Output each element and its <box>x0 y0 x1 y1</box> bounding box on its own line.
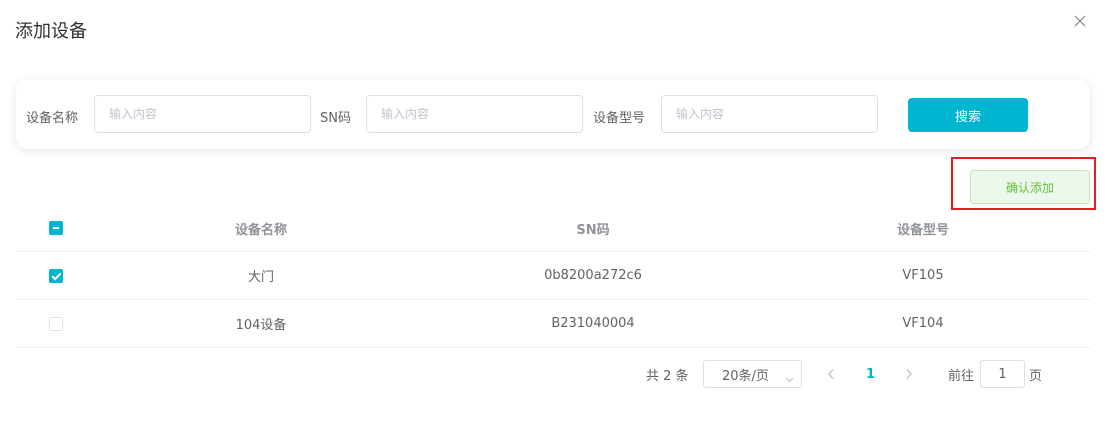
table-row[interactable]: 104设备 B231040004 VF104 <box>16 300 1090 348</box>
device-name-input[interactable] <box>94 95 311 133</box>
select-all-checkbox[interactable] <box>49 221 63 235</box>
next-page-icon[interactable] <box>905 360 913 388</box>
search-button[interactable]: 搜索 <box>908 98 1028 132</box>
cell-sn: 0b8200a272c6 <box>544 268 642 283</box>
device-table: 设备名称 SN码 设备型号 大门 0b8200a272c6 VF105 104设… <box>16 205 1090 348</box>
cell-device-name: 大门 <box>247 270 274 285</box>
cell-device-name: 104设备 <box>235 318 287 333</box>
chevron-down-icon <box>785 372 794 387</box>
device-model-input[interactable] <box>661 95 878 133</box>
page-size-select[interactable]: 20条/页 <box>703 360 802 388</box>
column-header-model: 设备型号 <box>896 222 949 238</box>
cell-device-model: VF104 <box>902 316 944 331</box>
row-checkbox[interactable] <box>49 268 63 283</box>
page-number[interactable]: 1 <box>866 360 875 388</box>
goto-prefix: 前往 <box>948 368 975 384</box>
cell-sn: B231040004 <box>551 316 635 331</box>
dialog-title: 添加设备 <box>15 21 87 42</box>
row-checkbox[interactable] <box>49 316 63 331</box>
close-icon[interactable] <box>1073 14 1089 30</box>
prev-page-icon[interactable] <box>827 360 835 388</box>
column-header-sn: SN码 <box>576 222 610 238</box>
device-name-label: 设备名称 <box>26 111 79 126</box>
pagination: 共 2 条 20条/页 1 前往 页 <box>0 360 1107 388</box>
table-header: 设备名称 SN码 设备型号 <box>16 205 1090 252</box>
confirm-add-button[interactable]: 确认添加 <box>970 170 1090 204</box>
page-size-value: 20条/页 <box>722 368 769 384</box>
device-model-label: 设备型号 <box>593 111 646 126</box>
sn-label: SN码 <box>320 111 351 126</box>
column-header-name: 设备名称 <box>234 222 287 238</box>
table-row[interactable]: 大门 0b8200a272c6 VF105 <box>16 252 1090 300</box>
goto-page-input[interactable] <box>980 360 1025 388</box>
sn-input[interactable] <box>366 95 583 133</box>
search-panel: 设备名称 SN码 设备型号 搜索 <box>16 80 1090 149</box>
total-count: 共 2 条 <box>646 368 689 384</box>
cell-device-model: VF105 <box>902 268 944 283</box>
goto-suffix: 页 <box>1029 368 1043 384</box>
